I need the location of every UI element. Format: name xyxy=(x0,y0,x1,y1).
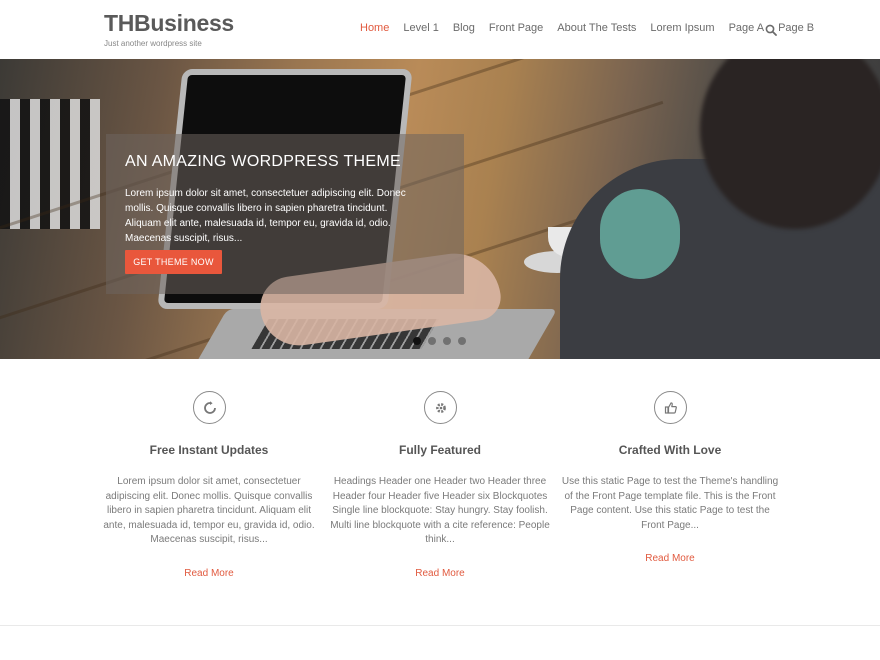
nav-item-page-b[interactable]: Page B xyxy=(778,22,814,34)
hero-slider: AN AMAZING WORDPRESS THEME Lorem ipsum d… xyxy=(0,59,880,359)
main-nav: Home Level 1 Blog Front Page About The T… xyxy=(360,22,828,34)
get-theme-button[interactable]: GET THEME NOW xyxy=(125,250,222,274)
hero-text: Lorem ipsum dolor sit amet, consectetuer… xyxy=(125,188,406,244)
slider-dot-3[interactable] xyxy=(443,337,451,345)
slider-dot-2[interactable] xyxy=(428,337,436,345)
nav-item-blog[interactable]: Blog xyxy=(453,22,475,34)
feature-icon-circle xyxy=(424,391,457,424)
site-tagline: Just another wordpress site xyxy=(104,39,202,48)
feature-text: Lorem ipsum dolor sit amet, consectetuer… xyxy=(103,476,315,545)
nav-item-level-1[interactable]: Level 1 xyxy=(403,22,438,34)
thumbs-up-icon xyxy=(664,401,677,414)
feature-title: Fully Featured xyxy=(398,443,481,457)
feature-text: Use this static Page to test the Theme's… xyxy=(561,476,779,531)
site-header: THBusiness Just another wordpress site H… xyxy=(0,0,880,59)
slider-dots xyxy=(413,337,473,345)
feature-icon-circle xyxy=(654,391,687,424)
feature-title: Crafted With Love xyxy=(618,443,722,457)
person-collar-image xyxy=(600,189,680,279)
feature-text: Headings Header one Header two Header th… xyxy=(330,476,550,545)
read-more-link[interactable]: Read More xyxy=(550,553,790,564)
nav-item-page-a[interactable]: Page A xyxy=(729,22,764,34)
nav-item-front-page[interactable]: Front Page xyxy=(489,22,543,34)
read-more-link[interactable]: Read More xyxy=(89,568,329,579)
search-icon[interactable] xyxy=(765,24,777,36)
nav-item-home[interactable]: Home xyxy=(360,22,389,34)
nav-item-about-the-tests[interactable]: About The Tests xyxy=(557,22,636,34)
feature-title: Free Instant Updates xyxy=(149,443,269,457)
read-more-link[interactable]: Read More xyxy=(320,568,560,579)
site-logo[interactable]: THBusiness Just another wordpress site xyxy=(104,10,234,48)
hero-title: AN AMAZING WORDPRESS THEME xyxy=(125,153,401,170)
slider-dot-1[interactable] xyxy=(413,337,421,345)
feature-icon-circle xyxy=(193,391,226,424)
footer-area xyxy=(0,626,880,660)
nav-item-lorem-ipsum[interactable]: Lorem Ipsum xyxy=(650,22,714,34)
refresh-icon xyxy=(203,400,216,414)
gear-icon xyxy=(435,402,446,413)
site-title[interactable]: THBusiness xyxy=(104,10,234,37)
features-section: Free Instant Updates Lorem ipsum dolor s… xyxy=(0,359,880,625)
slider-dot-4[interactable] xyxy=(458,337,466,345)
